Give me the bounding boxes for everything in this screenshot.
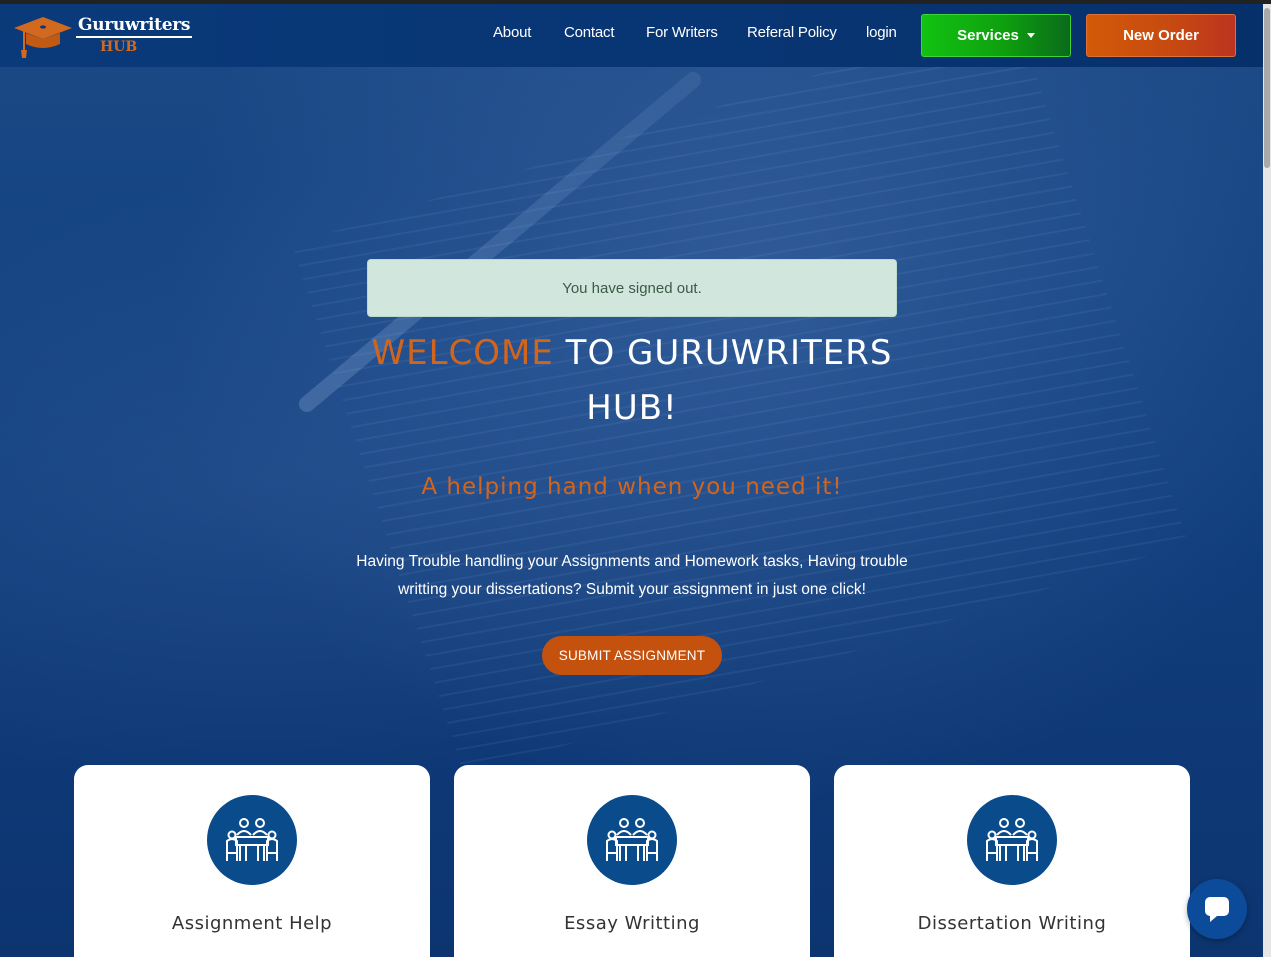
hero-description: Having Trouble handling your Assignments… bbox=[356, 553, 908, 598]
nav-link-contact[interactable]: Contact bbox=[564, 24, 614, 41]
service-card-essay-writting[interactable]: Essay Writting bbox=[454, 765, 810, 957]
vertical-scrollbar[interactable] bbox=[1263, 4, 1271, 957]
meeting-table-icon bbox=[967, 795, 1057, 885]
signed-out-alert: You have signed out. bbox=[367, 259, 897, 317]
meeting-table-icon bbox=[207, 795, 297, 885]
nav-link-login[interactable]: login bbox=[866, 24, 897, 41]
headline-accent: WELCOME bbox=[371, 333, 554, 373]
chat-icon bbox=[1205, 897, 1229, 922]
new-order-label: New Order bbox=[1123, 27, 1199, 44]
nav-link-for-writers[interactable]: For Writers bbox=[646, 24, 718, 41]
graduation-cap-icon bbox=[14, 17, 72, 58]
caret-down-icon bbox=[1026, 33, 1035, 38]
alert-message: You have signed out. bbox=[562, 279, 702, 297]
nav-link-about[interactable]: About bbox=[493, 24, 531, 41]
new-order-button[interactable]: New Order bbox=[1086, 14, 1236, 57]
service-card-assignment-help[interactable]: Assignment Help bbox=[74, 765, 430, 957]
hero-tagline: A helping hand when you need it! bbox=[421, 474, 843, 500]
services-label: Services bbox=[957, 27, 1019, 44]
navbar: Guruwriters HUB About Contact For Writer… bbox=[0, 4, 1263, 67]
logo-title: Guruwriters bbox=[76, 15, 193, 38]
card-title: Assignment Help bbox=[171, 913, 333, 934]
card-title: Dissertation Writing bbox=[917, 913, 1107, 934]
service-card-dissertation-writing[interactable]: Dissertation Writing bbox=[834, 765, 1190, 957]
chat-widget-button[interactable] bbox=[1187, 879, 1247, 939]
meeting-table-icon bbox=[587, 795, 677, 885]
scrollbar-thumb[interactable] bbox=[1264, 8, 1270, 168]
submit-assignment-label: SUBMIT ASSIGNMENT bbox=[558, 648, 706, 663]
logo-subtitle: HUB bbox=[100, 39, 138, 55]
nav-link-referal-policy[interactable]: Referal Policy bbox=[747, 24, 837, 41]
card-title: Essay Writting bbox=[564, 913, 700, 934]
page-viewport: Guruwriters HUB About Contact For Writer… bbox=[0, 4, 1263, 957]
services-dropdown-button[interactable]: Services bbox=[921, 14, 1071, 57]
site-logo[interactable]: Guruwriters HUB bbox=[12, 14, 193, 60]
hero-headline: WELCOME TO GURUWRITERS HUB! bbox=[340, 326, 924, 436]
submit-assignment-button[interactable]: SUBMIT ASSIGNMENT bbox=[542, 636, 722, 675]
headline-rest: TO GURUWRITERS HUB! bbox=[553, 333, 893, 428]
